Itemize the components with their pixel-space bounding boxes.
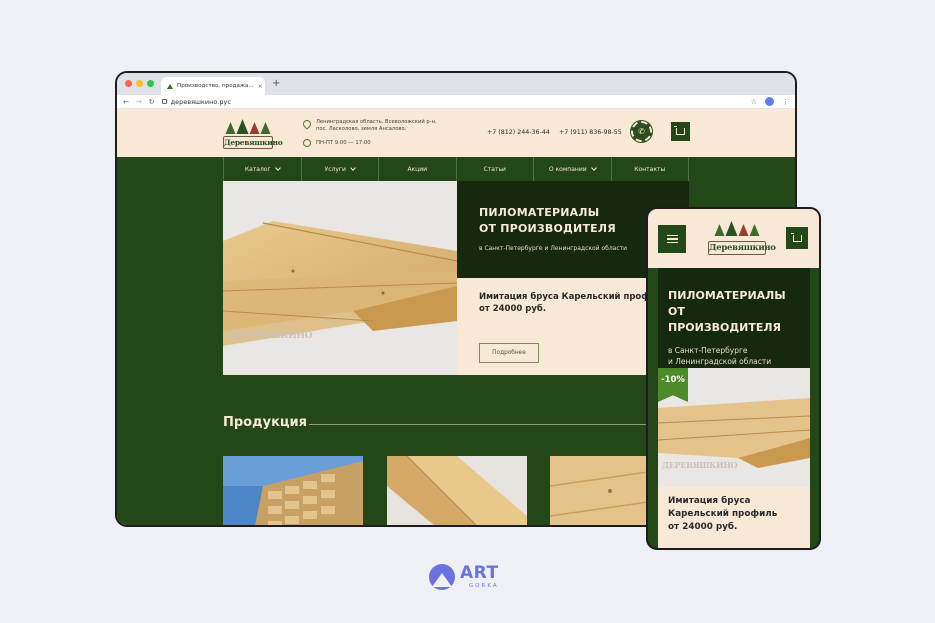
image-watermark: ДЕРЕВЯШКИНО bbox=[227, 331, 313, 341]
heading-divider bbox=[309, 424, 649, 425]
close-window-icon[interactable] bbox=[125, 80, 132, 87]
forward-icon[interactable]: → bbox=[136, 98, 142, 106]
maximize-window-icon[interactable] bbox=[147, 80, 154, 87]
new-tab-icon[interactable]: + bbox=[272, 78, 280, 89]
favicon-icon bbox=[167, 83, 173, 89]
url-text: деревяшкино.рус bbox=[170, 97, 231, 106]
browser-tab-bar: Производство, продажа... × + bbox=[117, 73, 795, 95]
hamburger-menu-button[interactable] bbox=[658, 225, 686, 253]
tab-title: Производство, продажа... bbox=[177, 83, 254, 89]
mobile-subtitle-line: в Санкт-Петербурге bbox=[668, 345, 748, 355]
tab-close-icon[interactable]: × bbox=[258, 83, 263, 90]
clock-icon bbox=[303, 139, 311, 147]
nav-label: Статьи bbox=[483, 165, 506, 173]
hero-title-line: ОТ ПРОИЗВОДИТЕЛЯ bbox=[479, 221, 616, 235]
browser-tab[interactable]: Производство, продажа... × bbox=[161, 77, 265, 95]
timber-stack-illustration bbox=[223, 456, 363, 525]
header-hours: ПН-ПТ 9:00 — 17:00 bbox=[303, 139, 371, 147]
mobile-subtitle-line: и Ленинградской области bbox=[668, 357, 772, 367]
address-bar-row: ← → ↻ деревяшкино.рус ☆ ⋮ bbox=[117, 95, 795, 109]
cart-icon bbox=[790, 232, 802, 242]
hero-title-line: ПИЛОМАТЕРИАЛЫ bbox=[479, 206, 600, 219]
back-icon[interactable]: ← bbox=[123, 98, 129, 106]
offer-line: Карельский профиль bbox=[668, 509, 778, 520]
hours-text: ПН-ПТ 9:00 — 17:00 bbox=[316, 140, 371, 146]
site-header: Деревяшкино Ленинградская область, Всево… bbox=[117, 109, 795, 157]
phone-2[interactable]: +7 (911) 836-98-55 bbox=[559, 129, 622, 136]
logo-trees-icon bbox=[225, 119, 271, 134]
mobile-title-line: ПИЛОМАТЕРИАЛЫ bbox=[668, 289, 786, 302]
reload-icon[interactable]: ↻ bbox=[149, 98, 155, 106]
header-address: Ленинградская область, Всеволожский р-н,… bbox=[301, 118, 444, 133]
mobile-hero-subtitle: в Санкт-Петербурге и Ленинградской облас… bbox=[668, 345, 800, 368]
logo-text: Деревяшкино bbox=[223, 136, 283, 149]
minimize-window-icon[interactable] bbox=[136, 80, 143, 87]
main-navigation: Каталог Услуги Акции Статьи О компании К… bbox=[223, 157, 689, 181]
nav-label: О компании bbox=[548, 165, 587, 173]
mountain-logo-icon bbox=[429, 564, 455, 590]
mobile-hero-title: ПИЛОМАТЕРИАЛЫ ОТ ПРОИЗВОДИТЕЛЯ bbox=[668, 288, 800, 336]
mobile-header: Деревяшкино bbox=[648, 209, 819, 268]
site-logo[interactable]: Деревяшкино bbox=[223, 119, 283, 149]
bookmark-star-icon[interactable]: ☆ bbox=[751, 98, 757, 106]
logo-text: Деревяшкино bbox=[708, 241, 776, 255]
more-details-button[interactable]: Подробнее bbox=[479, 343, 539, 363]
cart-icon bbox=[674, 126, 685, 135]
chevron-down-icon bbox=[350, 165, 356, 171]
nav-item-articles[interactable]: Статьи bbox=[457, 157, 534, 181]
nav-item-promotions[interactable]: Акции bbox=[379, 157, 457, 181]
callback-button[interactable]: ✆ bbox=[630, 120, 653, 143]
mobile-offer-block[interactable]: Имитация бруса Карельский профиль от 240… bbox=[658, 487, 810, 548]
mobile-hero-block: ПИЛОМАТЕРИАЛЫ ОТ ПРОИЗВОДИТЕЛЯ в Санкт-П… bbox=[658, 268, 810, 368]
mobile-title-line: ОТ ПРОИЗВОДИТЕЛЯ bbox=[668, 304, 782, 334]
mobile-offer-text: Имитация бруса Карельский профиль от 240… bbox=[668, 495, 800, 535]
products-heading: Продукция bbox=[223, 415, 308, 430]
offer-line: от 24000 руб. bbox=[668, 522, 738, 533]
product-card-timber-stack[interactable] bbox=[223, 456, 363, 525]
nav-label: Услуги bbox=[324, 165, 346, 173]
mobile-logo[interactable]: Деревяшкино bbox=[708, 221, 776, 255]
brand-name: ART bbox=[460, 563, 499, 583]
wood-boards-illustration bbox=[223, 181, 457, 375]
cart-button[interactable] bbox=[671, 122, 690, 141]
phone-icon: ✆ bbox=[638, 127, 645, 136]
image-watermark: ДЕРЕВЯШКИНО bbox=[662, 460, 738, 470]
hero-title: ПИЛОМАТЕРИАЛЫ ОТ ПРОИЗВОДИТЕЛЯ bbox=[479, 205, 667, 237]
artgorka-brand: ART GORKA bbox=[429, 564, 499, 590]
logo-trees-icon bbox=[714, 221, 760, 236]
mobile-cart-button[interactable] bbox=[786, 227, 808, 249]
address-bar[interactable]: деревяшкино.рус bbox=[161, 97, 231, 106]
product-card-beam[interactable] bbox=[387, 456, 527, 525]
lock-icon bbox=[161, 99, 167, 104]
browser-menu-icon[interactable]: ⋮ bbox=[782, 98, 789, 106]
nav-item-about[interactable]: О компании bbox=[534, 157, 612, 181]
nav-label: Контакты bbox=[634, 165, 666, 173]
address-text: Ленинградская область, Всеволожский р-н,… bbox=[316, 119, 437, 132]
mobile-phone-mockup: Деревяшкино ПИЛОМАТЕРИАЛЫ ОТ ПРОИЗВОДИТЕ… bbox=[646, 207, 821, 550]
nav-item-catalog[interactable]: Каталог bbox=[224, 157, 302, 181]
location-pin-icon bbox=[301, 118, 313, 130]
nav-item-services[interactable]: Услуги bbox=[302, 157, 379, 181]
profile-avatar-icon[interactable] bbox=[765, 97, 774, 106]
wooden-beam-illustration bbox=[387, 456, 527, 525]
hero-subtitle: в Санкт-Петербурге и Ленинградской облас… bbox=[479, 244, 628, 252]
nav-item-contacts[interactable]: Контакты bbox=[612, 157, 689, 181]
phone-1[interactable]: +7 (812) 244-36-44 bbox=[487, 129, 550, 136]
nav-label: Каталог bbox=[244, 165, 271, 173]
offer-line: Имитация бруса bbox=[668, 496, 751, 506]
nav-label: Акции bbox=[407, 165, 428, 173]
chevron-down-icon bbox=[590, 165, 597, 171]
brand-subtitle: GORKA bbox=[468, 583, 499, 589]
hero-wood-image: ДЕРЕВЯШКИНО bbox=[223, 181, 457, 375]
chevron-down-icon bbox=[274, 165, 281, 171]
